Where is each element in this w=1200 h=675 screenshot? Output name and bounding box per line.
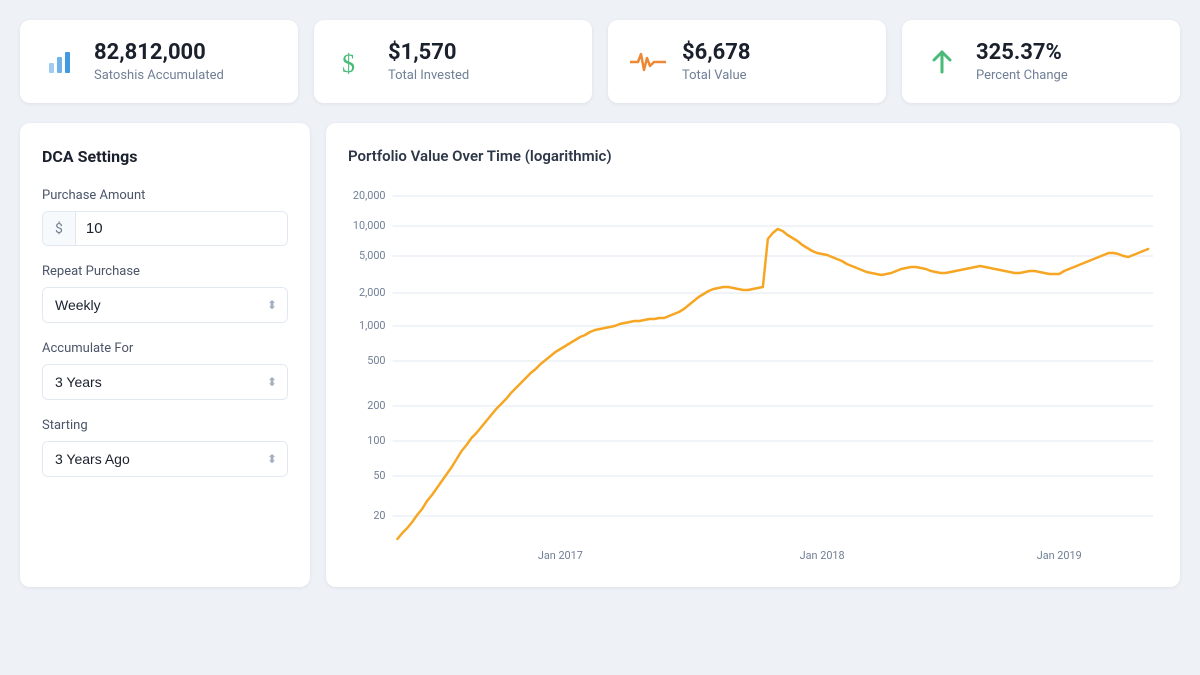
starting-select[interactable]: 1 Year Ago 2 Years Ago 3 Years Ago 4 Yea…: [43, 442, 287, 476]
svg-text:$: $: [342, 49, 355, 78]
arrow-up-icon: [924, 44, 960, 80]
svg-text:Jan 2018: Jan 2018: [800, 549, 845, 562]
purchase-amount-input[interactable]: [76, 212, 288, 245]
metric-cards: 82,812,000 Satoshis Accumulated $ $1,570…: [20, 20, 1180, 103]
svg-text:50: 50: [373, 469, 385, 482]
percent-label: Percent Change: [976, 68, 1068, 83]
starting-label: Starting: [42, 418, 288, 433]
accumulate-label: Accumulate For: [42, 341, 288, 356]
chart-panel: Portfolio Value Over Time (logarithmic) …: [326, 123, 1180, 587]
svg-text:1,000: 1,000: [359, 319, 386, 332]
invested-text: $1,570 Total Invested: [388, 40, 469, 83]
percent-text: 325.37% Percent Change: [976, 40, 1068, 83]
satoshis-label: Satoshis Accumulated: [94, 68, 224, 83]
repeat-purchase-select[interactable]: Weekly Daily Monthly: [43, 288, 287, 322]
svg-text:2,000: 2,000: [359, 286, 386, 299]
invested-value: $1,570: [388, 40, 469, 66]
portfolio-line: [397, 229, 1148, 539]
invested-label: Total Invested: [388, 68, 469, 83]
svg-text:Jan 2019: Jan 2019: [1037, 549, 1082, 562]
invested-card: $ $1,570 Total Invested: [314, 20, 592, 103]
svg-text:20: 20: [373, 509, 385, 522]
settings-title: DCA Settings: [42, 147, 288, 166]
purchase-amount-input-row: $ .00: [42, 211, 288, 246]
purchase-amount-label: Purchase Amount: [42, 188, 288, 203]
percent-card: 325.37% Percent Change: [902, 20, 1180, 103]
svg-text:500: 500: [367, 354, 385, 367]
satoshis-card: 82,812,000 Satoshis Accumulated: [20, 20, 298, 103]
settings-panel: DCA Settings Purchase Amount $ .00 Repea…: [20, 123, 310, 587]
accumulate-wrapper: 1 Year 2 Years 3 Years 4 Years 5 Years ⬍: [42, 364, 288, 400]
chart-area: 20,000 10,000 5,000 2,000 1,000 500 200 …: [348, 181, 1158, 571]
main-row: DCA Settings Purchase Amount $ .00 Repea…: [20, 123, 1180, 587]
starting-group: Starting 1 Year Ago 2 Years Ago 3 Years …: [42, 418, 288, 477]
total-value-value: $6,678: [682, 40, 751, 66]
satoshis-text: 82,812,000 Satoshis Accumulated: [94, 40, 224, 83]
svg-text:100: 100: [367, 434, 385, 447]
total-value-text: $6,678 Total Value: [682, 40, 751, 83]
bar-chart-icon: [42, 44, 78, 80]
svg-text:5,000: 5,000: [359, 249, 386, 262]
svg-text:10,000: 10,000: [353, 219, 386, 232]
svg-text:200: 200: [367, 399, 385, 412]
repeat-purchase-wrapper: Weekly Daily Monthly ⬍: [42, 287, 288, 323]
starting-wrapper: 1 Year Ago 2 Years Ago 3 Years Ago 4 Yea…: [42, 441, 288, 477]
svg-text:Jan 2017: Jan 2017: [538, 549, 583, 562]
chart-svg: 20,000 10,000 5,000 2,000 1,000 500 200 …: [348, 181, 1158, 571]
total-value-card: $6,678 Total Value: [608, 20, 886, 103]
accumulate-group: Accumulate For 1 Year 2 Years 3 Years 4 …: [42, 341, 288, 400]
total-value-label: Total Value: [682, 68, 751, 83]
chart-title: Portfolio Value Over Time (logarithmic): [348, 147, 1158, 165]
dollar-icon: $: [336, 44, 372, 80]
svg-text:20,000: 20,000: [353, 189, 386, 202]
accumulate-select[interactable]: 1 Year 2 Years 3 Years 4 Years 5 Years: [43, 365, 287, 399]
purchase-prefix: $: [43, 212, 76, 245]
repeat-purchase-label: Repeat Purchase: [42, 264, 288, 279]
repeat-purchase-group: Repeat Purchase Weekly Daily Monthly ⬍: [42, 264, 288, 323]
percent-value: 325.37%: [976, 40, 1068, 66]
satoshis-value: 82,812,000: [94, 40, 224, 66]
purchase-amount-group: Purchase Amount $ .00: [42, 188, 288, 246]
pulse-icon: [630, 44, 666, 80]
